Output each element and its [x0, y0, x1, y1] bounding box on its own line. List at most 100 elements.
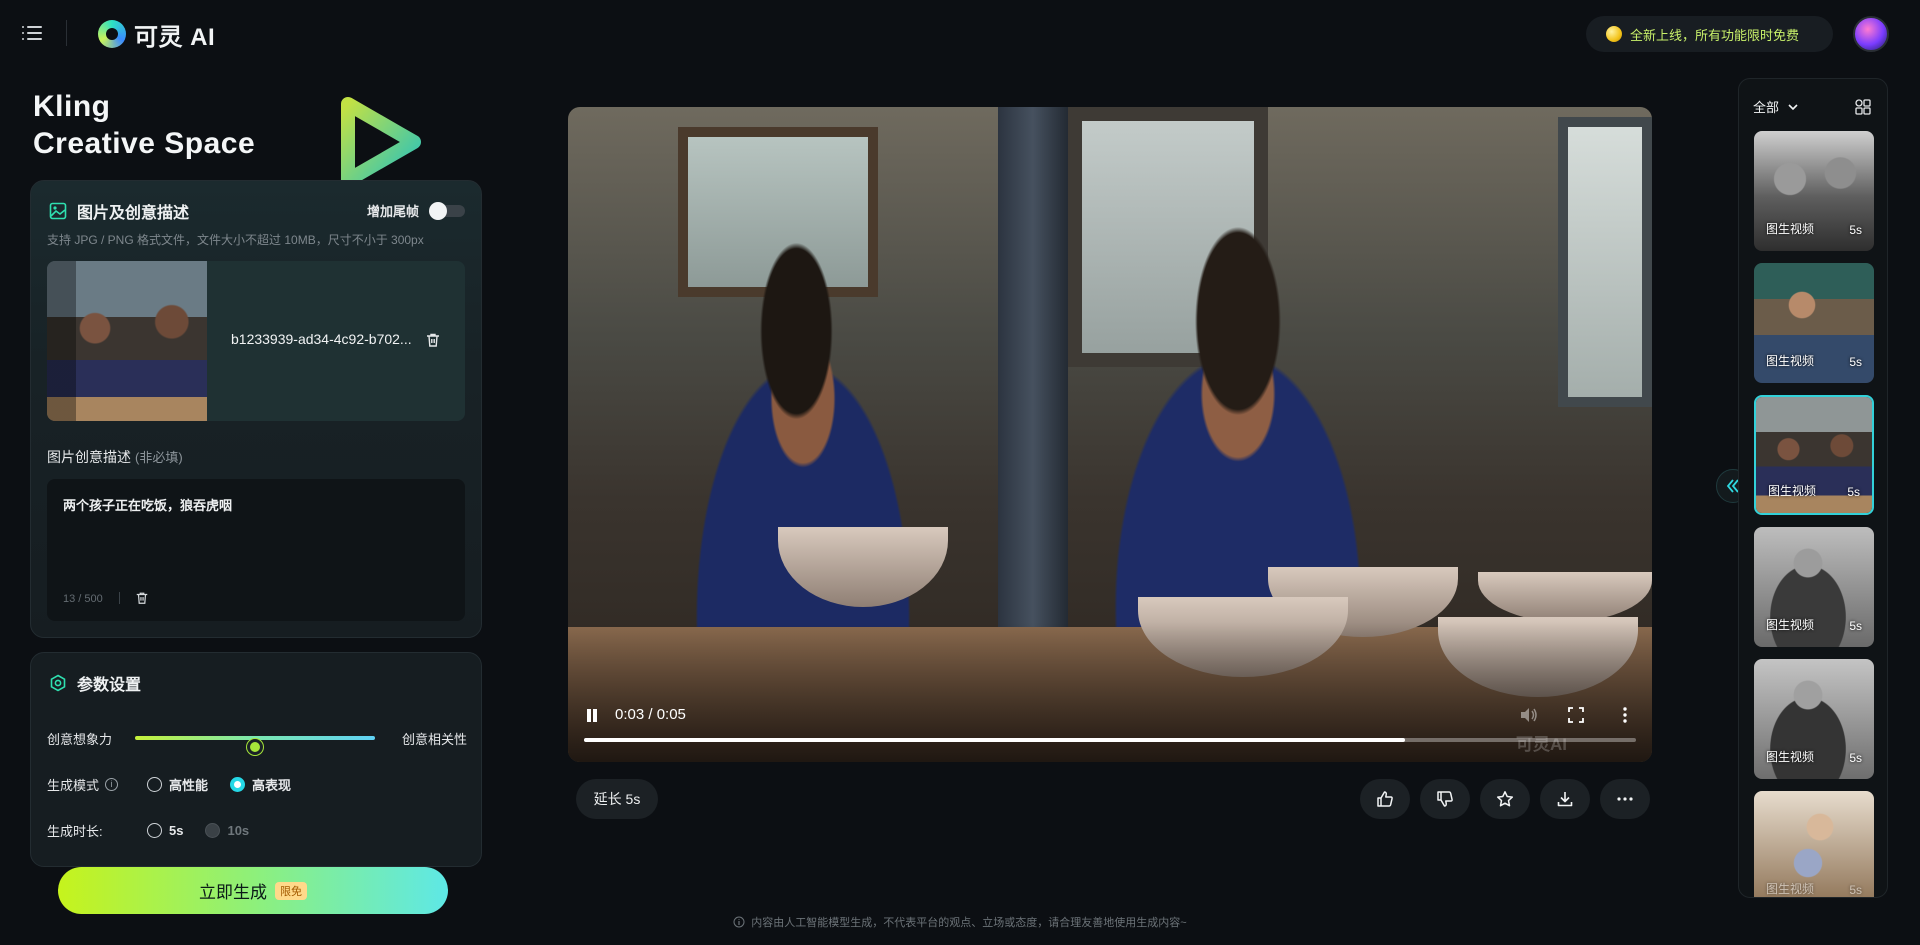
history-item-label: 图生视频 [1766, 882, 1815, 896]
pause-icon[interactable] [586, 709, 598, 722]
fullscreen-icon[interactable] [1568, 707, 1584, 723]
playback-time: 0:03 / 0:05 [615, 706, 686, 723]
video-frame-window [1558, 117, 1652, 407]
history-item-label: 图生视频 [1766, 222, 1815, 236]
description-input[interactable]: 两个孩子正在吃饭，狼吞虎咽 13 / 500 [47, 479, 465, 621]
card-title: 参数设置 [77, 677, 142, 694]
trash-icon[interactable] [425, 332, 441, 348]
hero-title: Kling Creative Space [33, 88, 333, 162]
description-label: 图片创意描述 (非必填) [47, 447, 183, 467]
more-button[interactable] [1600, 779, 1650, 819]
history-item-selected[interactable]: 图生视频 5s [1754, 395, 1874, 515]
free-badge: 限免 [275, 881, 307, 900]
history-item-duration: 5s [1849, 883, 1862, 897]
duration-row: 生成时长: 5s 10s [47, 821, 271, 840]
image-description-card: 图片及创意描述 增加尾帧 支持 JPG / PNG 格式文件，文件大小不超过 1… [30, 180, 482, 638]
history-item-duration: 5s [1849, 619, 1862, 633]
progress-fill [584, 738, 1405, 742]
logo-text: 可灵 AI [134, 23, 216, 51]
more-vertical-icon[interactable] [1618, 706, 1632, 724]
mode-radio-quality[interactable]: 高表现 [230, 775, 291, 794]
creativity-slider[interactable] [135, 736, 375, 755]
history-filter[interactable]: 全部 [1753, 97, 1799, 116]
clear-trash-icon[interactable] [135, 591, 149, 605]
slider-left-label: 创意想象力 [47, 732, 113, 747]
duration-radio-5s[interactable]: 5s [147, 823, 183, 838]
description-text[interactable]: 两个孩子正在吃饭，狼吞虎咽 [63, 495, 232, 514]
menu-icon[interactable] [22, 23, 42, 43]
logo-icon [98, 20, 126, 48]
file-name: b1233939-ad34-4c92-b702... [231, 331, 412, 347]
mode-label-text: 生成模式 [47, 778, 100, 793]
history-item[interactable]: 图生视频 5s [1754, 263, 1874, 383]
thumbs-up-icon [1377, 791, 1393, 807]
description-optional: (非必填) [135, 450, 183, 465]
radio-icon [147, 823, 162, 838]
history-item-duration: 5s [1849, 223, 1862, 237]
duration-label: 生成时长: [47, 824, 103, 839]
radio-checked-icon [230, 777, 246, 792]
end-frame-toggle-group: 增加尾帧 [367, 201, 465, 220]
app-logo[interactable]: 可灵 AI [98, 18, 216, 51]
mode-radio-performance[interactable]: 高性能 [147, 775, 208, 794]
card-title: 图片及创意描述 [77, 205, 190, 222]
history-item[interactable]: 图生视频 5s [1754, 527, 1874, 647]
image-thumbnail [47, 261, 207, 421]
mode-row: 生成模式 i 高性能 高表现 [47, 775, 313, 794]
uploaded-image[interactable]: b1233939-ad34-4c92-b702... [47, 261, 465, 421]
duration-radio-10s[interactable]: 10s [205, 823, 249, 838]
generate-button[interactable]: 立即生成 限免 [58, 867, 448, 914]
slider-right-label: 创意相关性 [401, 732, 467, 747]
download-button[interactable] [1540, 779, 1590, 819]
history-rail: 全部 图生视频 5s 图生视频 5s 图生视频 5s 图生视频 5s 图生视频 … [1738, 78, 1888, 898]
promo-text: 全新上线，所有功能限时免费 [1630, 27, 1800, 43]
like-button[interactable] [1360, 779, 1410, 819]
hero-title-line1: Kling [33, 90, 111, 123]
volume-icon[interactable] [1520, 707, 1538, 723]
history-item[interactable]: 图生视频 5s [1754, 791, 1874, 897]
history-item[interactable]: 图生视频 5s [1754, 659, 1874, 779]
progress-bar[interactable] [584, 738, 1636, 742]
mode-label: 生成模式 i [47, 775, 147, 794]
mode-option-label: 高性能 [169, 778, 209, 793]
info-icon[interactable]: i [105, 778, 119, 791]
description-label-text: 图片创意描述 [47, 449, 131, 465]
watermark: 可灵AI [1516, 735, 1567, 754]
avatar[interactable] [1853, 16, 1889, 52]
filter-label: 全部 [1753, 100, 1780, 115]
favorite-button[interactable] [1480, 779, 1530, 819]
disclaimer-text: 内容由人工智能模型生成，不代表平台的观点、立场或态度，请合理友善地使用生成内容~ [751, 917, 1187, 929]
promo-banner[interactable]: 全新上线，所有功能限时免费 [1586, 16, 1833, 52]
history-item-label: 图生视频 [1768, 484, 1817, 498]
history-item[interactable]: 图生视频 5s [1754, 131, 1874, 251]
slider-handle[interactable] [247, 739, 263, 755]
dislike-button[interactable] [1420, 779, 1470, 819]
params-card: 参数设置 创意想象力 创意相关性 生成模式 i 高性能 高表现 生成时长: 5s… [30, 652, 482, 867]
video-player[interactable]: 0:03 / 0:05 可灵AI [568, 107, 1652, 762]
top-bar: 可灵 AI 全新上线，所有功能限时免费 [0, 0, 1920, 68]
history-item-label: 图生视频 [1766, 618, 1815, 632]
radio-icon [147, 777, 162, 792]
settings-icon [50, 674, 66, 692]
grid-icon[interactable] [1855, 99, 1871, 115]
generate-label: 立即生成 [199, 883, 267, 902]
extend-button[interactable]: 延长 5s [576, 779, 658, 819]
star-icon [1496, 791, 1514, 807]
duration-option-label: 10s [227, 823, 250, 838]
history-item-duration: 5s [1849, 355, 1862, 369]
mode-option-label: 高表现 [252, 778, 292, 793]
card-header: 参数设置 [49, 671, 141, 695]
divider [119, 592, 120, 604]
download-icon [1557, 792, 1573, 807]
end-frame-label: 增加尾帧 [366, 204, 419, 219]
more-icon [1617, 797, 1633, 801]
end-frame-toggle[interactable] [429, 201, 465, 220]
play-logo-icon [341, 97, 421, 187]
coin-icon [1606, 26, 1622, 42]
radio-disabled-icon [205, 823, 221, 838]
chevron-down-icon [1788, 103, 1798, 110]
disclaimer: 内容由人工智能模型生成，不代表平台的观点、立场或态度，请合理友善地使用生成内容~ [0, 914, 1920, 930]
char-count: 13 / 500 [63, 593, 103, 605]
creativity-slider-row: 创意想象力 创意相关性 [47, 727, 467, 755]
history-item-label: 图生视频 [1766, 750, 1815, 764]
